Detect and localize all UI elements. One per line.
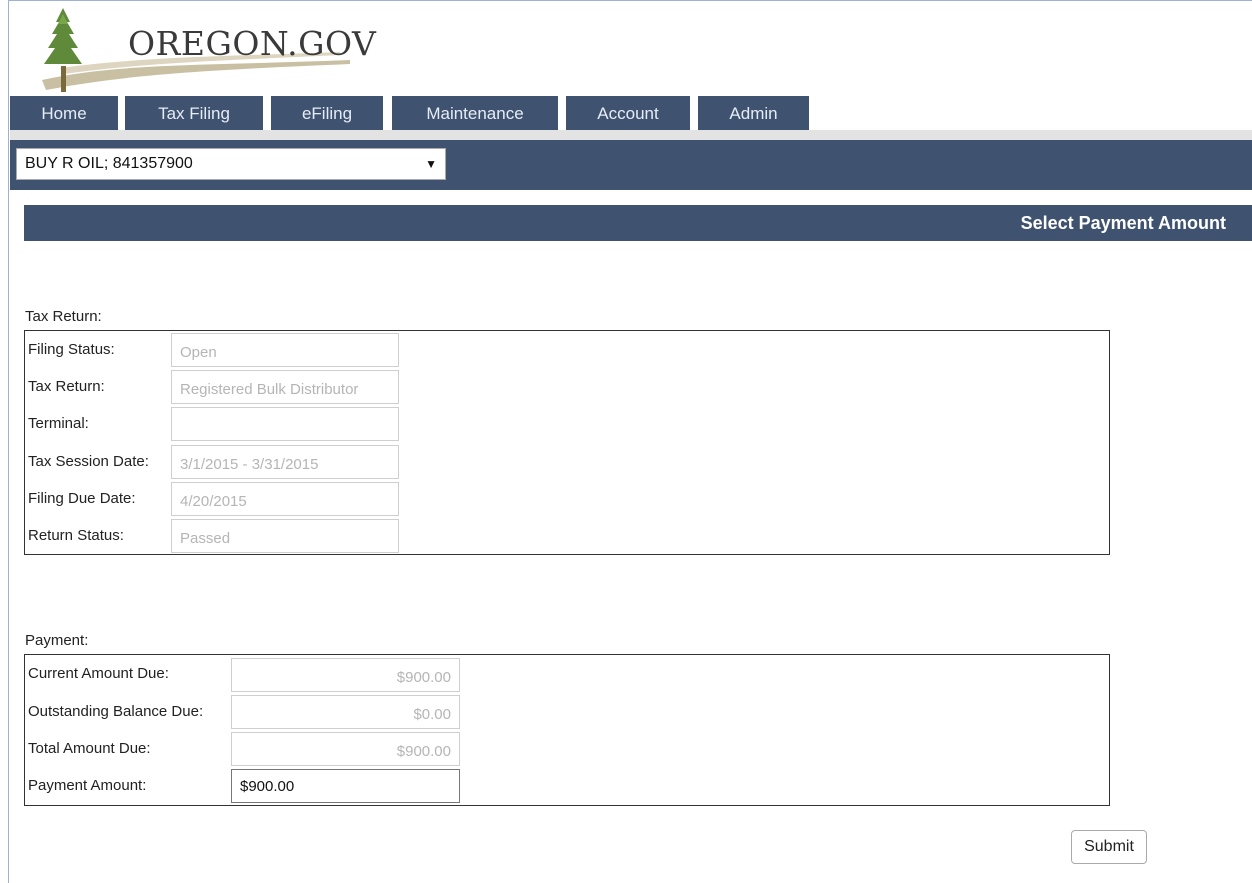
filing-due-date-label: Filing Due Date: (28, 490, 136, 507)
logo-wordmark: OREGON.GOV (128, 24, 377, 63)
tax-return-field: Registered Bulk Distributor (171, 370, 399, 404)
tab-account[interactable]: Account (566, 96, 690, 130)
tab-home[interactable]: Home (10, 96, 118, 130)
tab-tax-filing[interactable]: Tax Filing (125, 96, 263, 130)
return-status-label: Return Status: (28, 527, 124, 544)
return-status-field: Passed (171, 519, 399, 553)
chevron-down-icon: ▼ (425, 157, 437, 171)
submit-button[interactable]: Submit (1071, 830, 1147, 864)
filing-status-label: Filing Status: (28, 341, 115, 358)
page-border-top (8, 0, 1252, 1)
terminal-label: Terminal: (28, 415, 89, 432)
total-amount-due-label: Total Amount Due: (28, 740, 151, 757)
tax-return-group: Filing Status: Open Tax Return: Register… (24, 330, 1110, 555)
tab-efiling[interactable]: eFiling (271, 96, 383, 130)
nav-divider (10, 130, 1252, 140)
payment-amount-input[interactable]: $900.00 (231, 769, 460, 803)
tax-return-group-label: Tax Return: (25, 308, 102, 325)
payment-group-label: Payment: (25, 632, 89, 649)
account-bar: BUY R OIL; 841357900 ▼ (10, 140, 1252, 190)
page-border-left (8, 0, 9, 883)
tab-admin[interactable]: Admin (698, 96, 809, 130)
outstanding-balance-due-field: $0.00 (231, 695, 460, 729)
tax-session-date-label: Tax Session Date: (28, 453, 149, 470)
current-amount-due-label: Current Amount Due: (28, 665, 169, 682)
payment-group: Current Amount Due: $900.00 Outstanding … (24, 654, 1110, 806)
terminal-field (171, 407, 399, 441)
account-select-value: BUY R OIL; 841357900 (25, 155, 193, 172)
tab-maintenance[interactable]: Maintenance (392, 96, 558, 130)
main-nav: Home Tax Filing eFiling Maintenance Acco… (10, 96, 1252, 130)
current-amount-due-field: $900.00 (231, 658, 460, 692)
filing-status-field: Open (171, 333, 399, 367)
total-amount-due-field: $900.00 (231, 732, 460, 766)
tax-session-date-field: 3/1/2015 - 3/31/2015 (171, 445, 399, 479)
filing-due-date-field: 4/20/2015 (171, 482, 399, 516)
account-select[interactable]: BUY R OIL; 841357900 ▼ (16, 148, 446, 180)
tax-return-label: Tax Return: (28, 378, 105, 395)
payment-amount-label: Payment Amount: (28, 777, 147, 794)
section-title: Select Payment Amount (24, 205, 1252, 241)
outstanding-balance-due-label: Outstanding Balance Due: (28, 703, 204, 720)
oregon-gov-logo[interactable]: OREGON.GOV (40, 8, 376, 96)
